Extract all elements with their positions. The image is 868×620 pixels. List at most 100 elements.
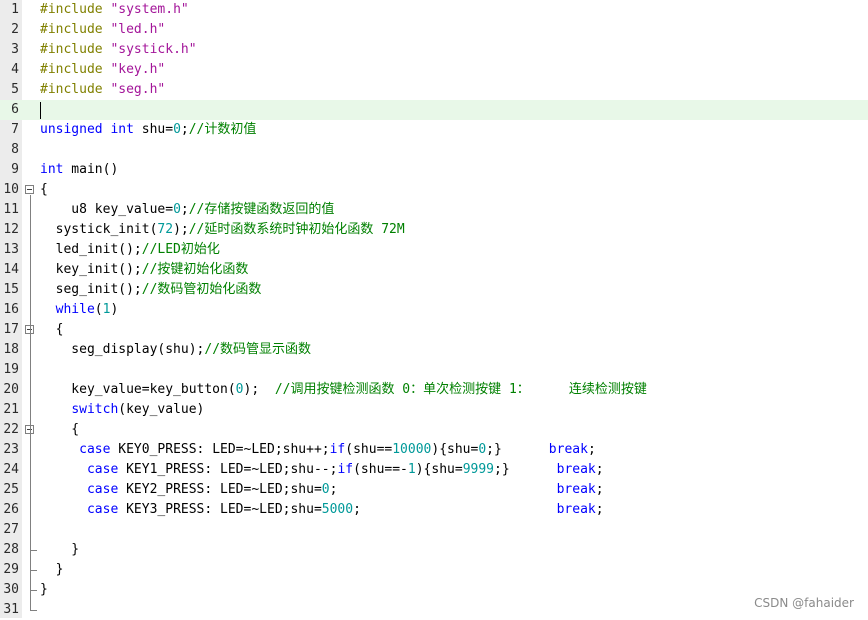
code-text: { [40,420,79,440]
code-text: } [40,580,48,600]
code-token: ){shu= [431,442,479,457]
code-line[interactable]: 1 #include "system.h" [0,0,868,20]
code-line[interactable]: 21 switch(key_value) [0,400,868,420]
code-token: switch [71,402,119,417]
line-number: 30 [3,582,19,597]
code-line[interactable]: 22 { [0,420,868,440]
code-token: (shu== [345,442,393,457]
line-number: 14 [3,262,19,277]
code-token: ; [595,482,604,497]
code-line[interactable]: 10 { [0,180,868,200]
code-line[interactable]: 25 case KEY2_PRESS: LED=~LED;shu=0; brea… [0,480,868,500]
code-line[interactable]: 5 #include "seg.h" [0,80,868,100]
code-token: if [337,462,354,477]
code-token: { [40,182,48,197]
code-line[interactable]: 20 key_value=key_button(0); //调用按键检测函数 0… [0,380,868,400]
code-text: case KEY1_PRESS: LED=~LED;shu--;if(shu==… [40,460,604,480]
code-token: seg_init(); [40,282,142,297]
code-line[interactable]: 6 [0,100,868,120]
code-text: switch(key_value) [40,400,204,420]
code-editor[interactable]: 1 #include "system.h" 2 #include "led.h" 3 #i… [0,0,868,618]
code-line[interactable]: 18 seg_display(shu);//数码管显示函数 [0,340,868,360]
line-number: 11 [3,202,19,217]
code-line[interactable]: 28 } [0,540,868,560]
code-token: //延时函数系统时钟初始化函数 72M [188,222,405,237]
line-number: 22 [3,422,19,437]
code-token: ; [329,482,557,497]
code-token: //数码管初始化函数 [141,282,262,297]
code-text: seg_display(shu);//数码管显示函数 [40,340,311,360]
code-line[interactable]: 9 int main() [0,160,868,180]
code-token: case [79,442,111,457]
line-number: 24 [3,462,19,477]
code-line[interactable]: 7 unsigned int shu=0;//计数初值 [0,120,868,140]
code-line[interactable]: 14 key_init();//按键初始化函数 [0,260,868,280]
code-token: 10000 [392,442,432,457]
code-token: break [556,482,596,497]
code-token: "led.h" [110,22,166,37]
code-token: (key_value) [118,402,205,417]
code-line[interactable]: 29 } [0,560,868,580]
code-line[interactable]: 11 u8 key_value=0;//存储按键函数返回的值 [0,200,868,220]
fold-end-marker [30,560,37,571]
code-token: int [40,162,64,177]
code-line[interactable]: 31 [0,600,868,620]
code-token: ;} [486,442,549,457]
code-token: if [329,442,346,457]
code-line[interactable]: 12 systick_init(72);//延时函数系统时钟初始化函数 72M [0,220,868,240]
code-token: while [55,302,95,317]
code-token: KEY3_PRESS: LED=~LED;shu= [118,502,322,517]
code-token: 0 [478,442,487,457]
code-token: KEY2_PRESS: LED=~LED;shu= [118,482,322,497]
code-token: //计数初值 [188,122,257,137]
code-line[interactable]: 8 [0,140,868,160]
code-line[interactable]: 4 #include "key.h" [0,60,868,80]
code-line[interactable]: 16 while(1) [0,300,868,320]
fold-end-marker [30,540,37,551]
line-number: 18 [3,342,19,357]
code-token: "systick.h" [110,42,197,57]
fold-collapse-icon[interactable] [25,185,34,194]
line-number: 1 [11,2,19,17]
code-token: key_init(); [40,262,142,277]
code-token: //按键初始化函数 [141,262,249,277]
line-number: 3 [11,42,19,57]
code-text: u8 key_value=0;//存储按键函数返回的值 [40,200,334,220]
code-token: 0 [321,482,330,497]
code-token: } [40,582,48,597]
code-line[interactable]: 24 case KEY1_PRESS: LED=~LED;shu--;if(sh… [0,460,868,480]
code-text: #include "system.h" [40,0,189,20]
code-line[interactable]: 15 seg_init();//数码管初始化函数 [0,280,868,300]
code-line[interactable]: 13 led_init();//LED初始化 [0,240,868,260]
code-line[interactable]: 17 { [0,320,868,340]
code-text: unsigned int shu=0;//计数初值 [40,120,256,140]
code-token: "seg.h" [110,82,166,97]
code-token: break [556,462,596,477]
line-number: 10 [3,182,19,197]
code-line[interactable]: 23 case KEY0_PRESS: LED=~LED;shu++;if(sh… [0,440,868,460]
line-number: 25 [3,482,19,497]
code-line[interactable]: 19 [0,360,868,380]
line-number: 23 [3,442,19,457]
code-line[interactable]: 26 case KEY3_PRESS: LED=~LED;shu=5000; b… [0,500,868,520]
code-text: } [40,540,79,560]
code-line[interactable]: 3 #include "systick.h" [0,40,868,60]
code-token: KEY1_PRESS: LED=~LED;shu--; [118,462,338,477]
code-text: led_init();//LED初始化 [40,240,220,260]
line-number: 20 [3,382,19,397]
code-line[interactable]: 30} [0,580,868,600]
code-token: 0 [173,122,181,137]
code-text: #include "key.h" [40,60,165,80]
code-line[interactable]: 27 [0,520,868,540]
code-token: } [40,542,80,557]
code-token: break [556,502,596,517]
code-token: ; [180,122,189,137]
code-token: ); [243,382,275,397]
code-line[interactable]: 2 #include "led.h" [0,20,868,40]
code-token: ) [110,302,119,317]
code-token: break [548,442,588,457]
code-token: #include [40,2,111,17]
